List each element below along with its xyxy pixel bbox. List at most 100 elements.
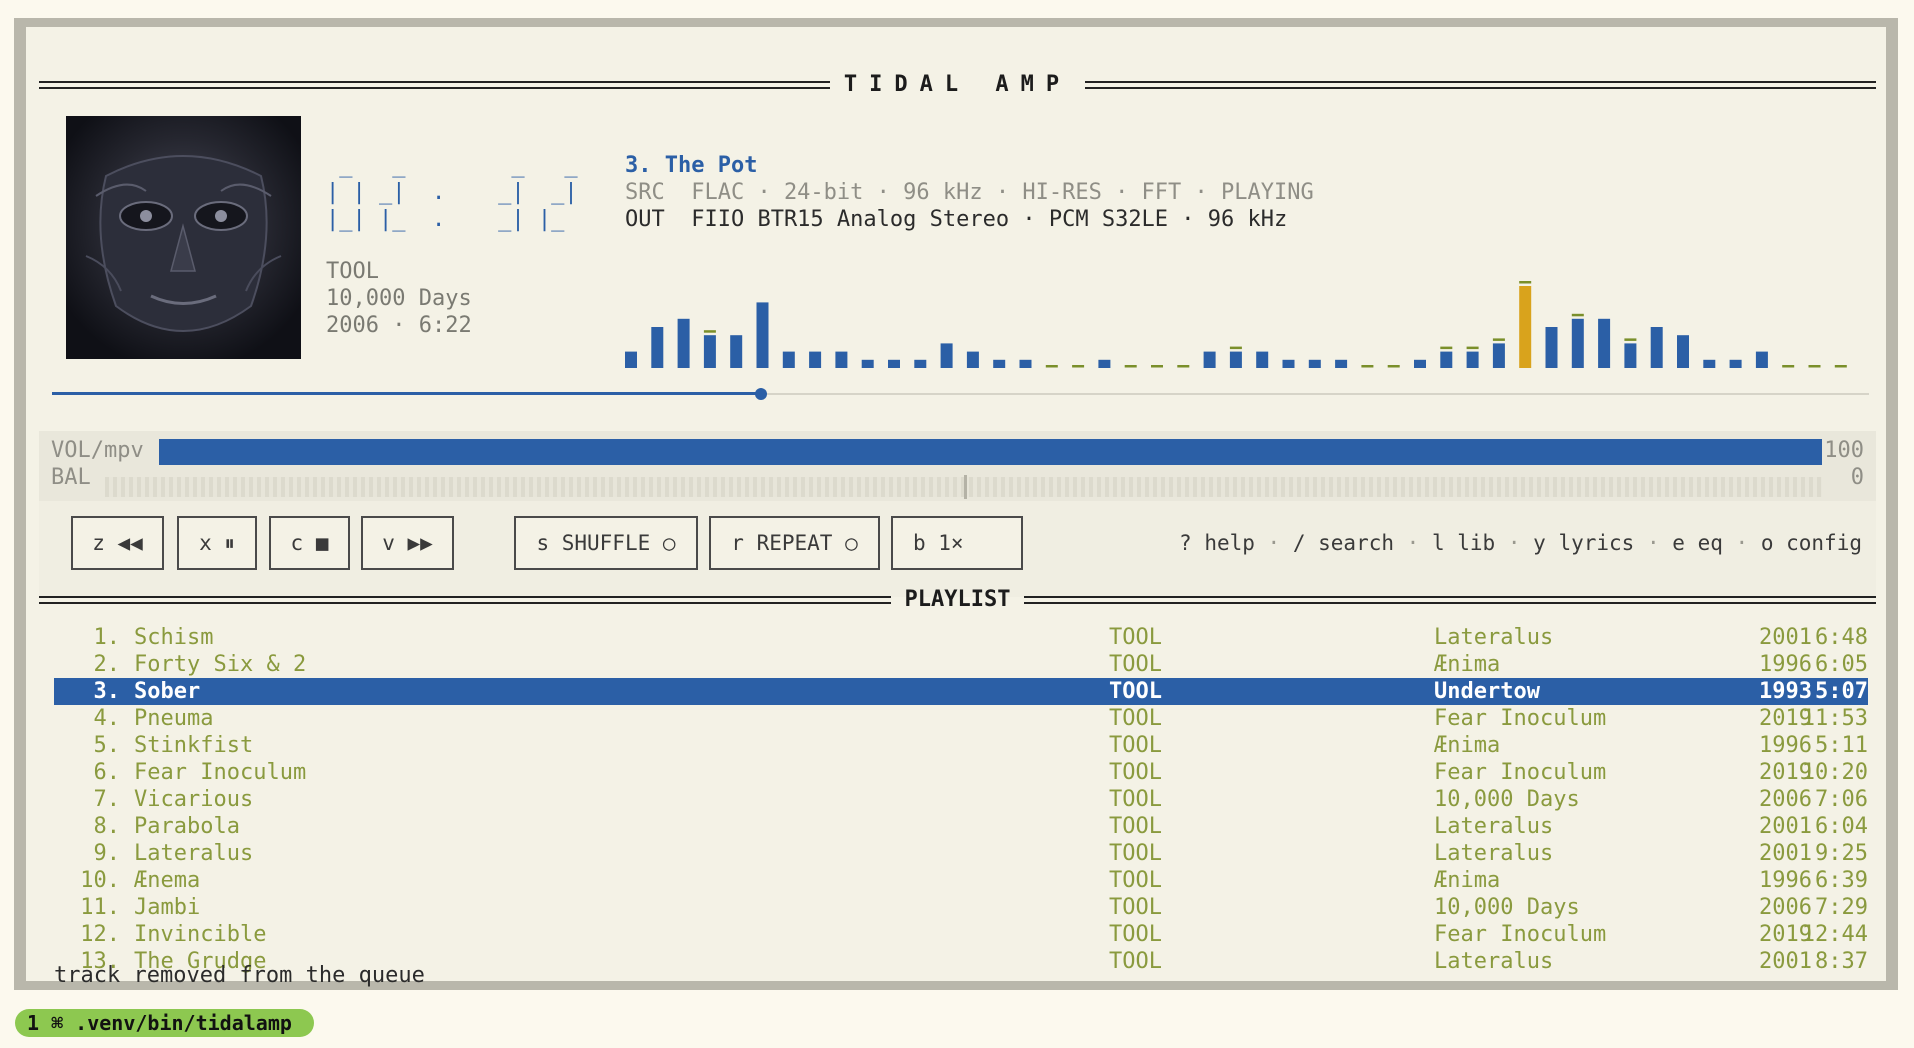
duration-cell: 12:44 [1801,922,1868,947]
spectrum-bar [914,359,927,368]
playlist-row[interactable]: 2. Forty Six & 2 TOOL Ænima 1996 6:05 [54,651,1869,678]
album-cell: 10,000 Days [1434,895,1580,920]
spectrum-peak [1466,346,1479,350]
playlist-rule-right [1024,595,1876,604]
library-shortcut[interactable]: l lib [1432,531,1495,555]
source-info: SRC FLAC · 24-bit · 96 kHz · HI-RES · FF… [625,180,1314,205]
spectrum-bar [1492,343,1505,368]
lyrics-shortcut[interactable]: y lyrics [1533,531,1634,555]
spectrum-bar [1414,359,1426,368]
spectrum-peak [1361,365,1374,368]
repeat-button[interactable]: r REPEAT ○ [709,516,880,570]
spectrum-bar [1519,286,1532,368]
spectrum-bar [782,351,795,368]
balance-slider[interactable] [105,475,1822,499]
speed-button[interactable]: b 1× [891,516,1023,570]
duration-cell: 11:53 [1801,706,1868,731]
volume-slider[interactable] [159,439,1822,465]
playlist-row[interactable]: 8. Parabola TOOL Lateralus 2001 6:04 [54,813,1869,840]
spectrum-peak [1072,365,1085,368]
album-cover-face-icon [66,116,301,359]
duration-cell: 9:25 [1815,841,1868,866]
playlist-row[interactable]: 11. Jambi TOOL 10,000 Days 2006 7:29 [54,894,1868,921]
duration-cell: 5:11 [1815,733,1868,758]
spectrum-bar [1571,318,1584,368]
spectrum-bar [1098,359,1111,368]
album-cell: Ænima [1434,868,1501,893]
stop-button[interactable]: c ■ [269,516,350,570]
playlist-row[interactable]: 5. Stinkfist TOOL Ænima 1996 5:11 [54,732,1869,759]
album-cover [66,116,301,359]
pause-button[interactable]: x ⏸ [177,516,257,570]
track-number: 8. [93,814,121,839]
spectrum-bar [1440,351,1453,368]
spectrum-bar [1203,351,1216,368]
next-button[interactable]: v ▶▶ [361,516,454,570]
playlist-row[interactable]: 7. Vicarious TOOL 10,000 Days 2006 7:06 [54,786,1869,813]
spectrum-bar [888,359,900,368]
spectrum-bar [1755,351,1768,368]
spectrum-bar [1677,335,1689,368]
year-cell: 2006 [1759,895,1812,920]
track-title-cell: Vicarious [134,787,254,812]
playlist-row[interactable]: 12. Invincible TOOL Fear Inoculum 2019 12:44 [54,921,1868,948]
duration-cell: 7:29 [1815,895,1868,920]
balance-marker[interactable] [963,475,967,499]
duration-cell: 10:20 [1801,760,1868,785]
playlist-row[interactable]: 4. Pneuma TOOL Fear Inoculum 2019 11:53 [54,705,1869,732]
artist-cell: TOOL [1109,787,1162,812]
playlist-row[interactable]: 6. Fear Inoculum TOOL Fear Inoculum 2019 10:2… [54,759,1869,786]
track-title: 3. The Pot [625,153,758,178]
year-cell: 1993 [1759,679,1812,704]
track-title-cell: Jambi [134,895,201,920]
spectrum-peak [1229,346,1242,350]
spectrum-bar [993,359,1006,368]
eq-shortcut[interactable]: e eq [1672,531,1723,555]
album-cell: Ænima [1434,733,1501,758]
help-shortcut[interactable]: ? help [1179,531,1255,555]
artist-cell: TOOL [1109,895,1162,920]
balance-label: BAL [51,465,91,490]
playlist-row[interactable]: 10. Ænema TOOL Ænima 1996 6:39 [54,867,1868,894]
track-title-cell: Parabola [134,814,240,839]
playlist-row-selected[interactable]: 3. Sober TOOL Undertow 1993 5:07 [54,678,1868,705]
spectrum-bar [1229,351,1242,368]
playlist-row[interactable]: 9. Lateralus TOOL Lateralus 2001 9:25 [54,840,1869,867]
spectrum-bar [756,302,769,368]
duration-cell: 6:39 [1815,868,1868,893]
album-cell: 10,000 Days [1434,787,1580,812]
spectrum-visualizer [625,281,1847,368]
config-shortcut[interactable]: o config [1761,531,1862,555]
previous-button[interactable]: z ◀◀ [71,516,164,570]
album-cell: Ænima [1434,652,1501,677]
track-number: 11. [80,895,120,920]
playlist-header: PLAYLIST [39,587,1876,612]
terminal-tab[interactable]: 1 ⌘ .venv/bin/tidalamp [15,1009,314,1037]
year-cell: 2001 [1759,949,1812,974]
spectrum-peak [1124,365,1137,368]
spectrum-bar [940,343,953,368]
year-cell: 1996 [1759,733,1812,758]
shuffle-button[interactable]: s SHUFFLE ○ [514,516,698,570]
progress-fill [52,392,761,395]
spectrum-bar [1545,327,1558,368]
playlist-row[interactable]: 1. Schism TOOL Lateralus 2001 6:48 [54,624,1869,651]
spectrum-bar [1308,359,1321,368]
track-title-cell: Schism [134,625,214,650]
artist-cell: TOOL [1109,733,1162,758]
duration-cell: 7:06 [1815,787,1868,812]
progress-knob[interactable] [754,388,767,400]
album-cell: Fear Inoculum [1434,760,1607,785]
duration-cell: 6:04 [1815,814,1868,839]
progress-bar[interactable] [52,384,1869,404]
header-rule-left [39,80,830,89]
album-cell: Undertow [1434,679,1540,704]
spectrum-bar [1466,351,1479,368]
album-cell: Lateralus [1434,814,1554,839]
search-shortcut[interactable]: / search [1293,531,1394,555]
spectrum-bar [1703,359,1716,368]
duration-cell: 6:05 [1815,652,1868,677]
separator: · [1507,531,1521,555]
app-frame: TIDAL AMP _ _ _ _ | | _| . _| _| |_| |_ … [14,18,1898,990]
artist-cell: TOOL [1109,922,1162,947]
